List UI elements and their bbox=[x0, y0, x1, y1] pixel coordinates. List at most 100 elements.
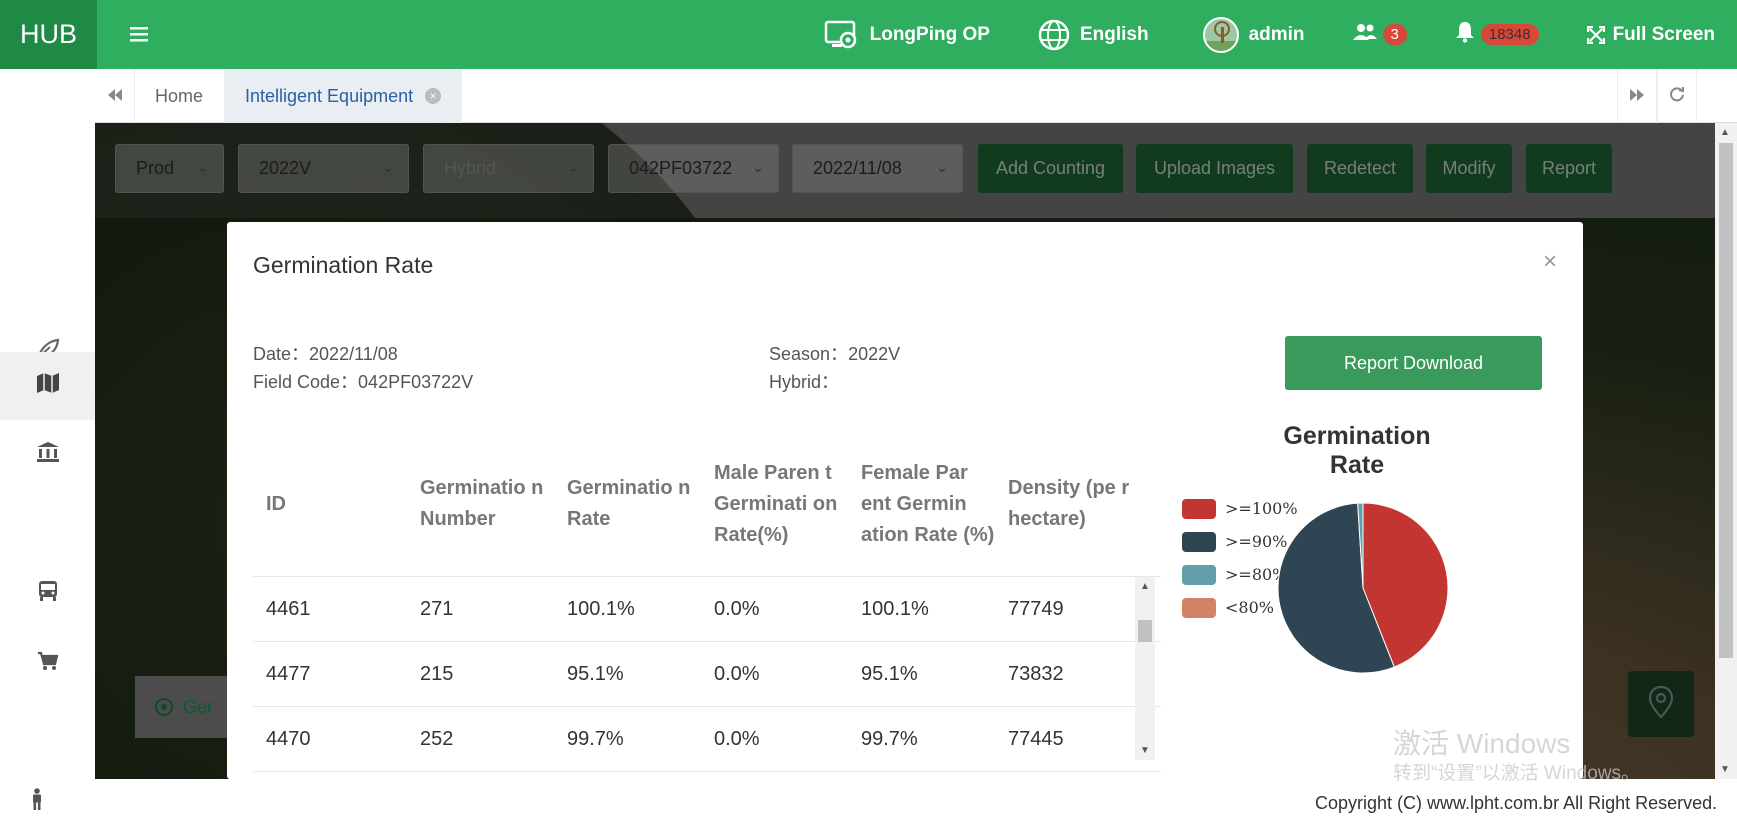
cell-germination-number: 215 bbox=[420, 662, 454, 685]
chart-title: Germination Rate bbox=[1283, 422, 1431, 479]
scroll-down-arrow[interactable]: ▼ bbox=[1140, 745, 1150, 756]
cell-female-parent-rate: 95.1% bbox=[861, 662, 918, 685]
org-switcher[interactable]: LongPing OP bbox=[824, 20, 990, 50]
user-menu[interactable]: admin bbox=[1202, 16, 1305, 53]
scroll-up-arrow[interactable]: ▲ bbox=[1720, 127, 1730, 138]
hamburger-icon[interactable] bbox=[130, 22, 148, 48]
table-row[interactable]: 4470 252 99.7% 0.0% 99.7% 77445 bbox=[253, 707, 1161, 772]
person-icon[interactable] bbox=[30, 788, 44, 816]
sidebar-item-bus[interactable] bbox=[0, 560, 95, 628]
groups-badge: 3 bbox=[1382, 24, 1407, 45]
germination-rate-modal: Germination Rate × Date：2022/11/08 Field… bbox=[227, 222, 1583, 779]
hybrid-label: Hybrid： bbox=[769, 372, 840, 392]
legend-label: <80% bbox=[1225, 598, 1274, 617]
close-icon[interactable]: × bbox=[1543, 248, 1557, 276]
field-code-label: Field Code： bbox=[253, 372, 359, 392]
tab-home[interactable]: Home bbox=[135, 69, 225, 123]
globe-icon bbox=[1038, 19, 1070, 51]
col-header-density[interactable]: Density (pe r hectare) bbox=[995, 473, 1135, 535]
cell-density: 77749 bbox=[1008, 597, 1064, 620]
scroll-up-arrow[interactable]: ▲ bbox=[1140, 581, 1150, 592]
language-switcher[interactable]: English bbox=[1038, 19, 1149, 51]
col-header-germination-number[interactable]: Germinatio n Number bbox=[407, 473, 554, 535]
cell-germination-rate: 95.1% bbox=[567, 662, 624, 685]
tabs-scroll-left-button[interactable] bbox=[95, 69, 135, 123]
notifications-badge: 18348 bbox=[1480, 24, 1539, 45]
field-code-value: 042PF03722V bbox=[358, 372, 474, 392]
top-bar: HUB LongPing OP English admin 3 18348 Fu… bbox=[0, 0, 1737, 69]
cart-icon bbox=[37, 651, 59, 677]
field-code-info: Field Code：042PF03722V bbox=[253, 368, 473, 394]
cell-germination-rate: 100.1% bbox=[567, 597, 635, 620]
cell-germination-number: 252 bbox=[420, 727, 454, 750]
brand-logo[interactable]: HUB bbox=[0, 0, 97, 69]
legend-swatch bbox=[1182, 531, 1216, 552]
scrollbar-thumb[interactable] bbox=[1719, 143, 1733, 658]
date-info: Date：2022/11/08 bbox=[253, 340, 398, 366]
map-icon bbox=[36, 372, 60, 400]
cell-density: 77445 bbox=[1008, 727, 1064, 750]
date-label: Date： bbox=[253, 344, 310, 364]
season-value: 2022V bbox=[848, 344, 901, 364]
tab-strip: Home Intelligent Equipment × bbox=[95, 69, 1737, 123]
modal-title: Germination Rate bbox=[253, 252, 434, 278]
legend-swatch bbox=[1182, 597, 1216, 618]
sidebar bbox=[0, 69, 95, 827]
cell-density: 73832 bbox=[1008, 662, 1064, 685]
tab-intelligent-equipment[interactable]: Intelligent Equipment × bbox=[225, 69, 463, 123]
fullscreen-icon bbox=[1586, 25, 1605, 44]
cell-male-parent-rate: 0.0% bbox=[714, 597, 760, 620]
cell-germination-number: 271 bbox=[420, 597, 454, 620]
double-chevron-right-icon bbox=[1629, 86, 1645, 107]
cell-female-parent-rate: 99.7% bbox=[861, 727, 918, 750]
table-row[interactable]: 4477 215 95.1% 0.0% 95.1% 73832 bbox=[253, 642, 1161, 707]
cell-id: 4477 bbox=[266, 662, 311, 685]
tab-label: Intelligent Equipment bbox=[245, 85, 414, 106]
germination-table: ID Germinatio n Number Germinatio n Rate… bbox=[253, 432, 1161, 772]
language-label: English bbox=[1079, 23, 1149, 45]
windows-activation-hint: 转到“设置”以激活 Windows。 bbox=[1393, 763, 1641, 784]
table-row[interactable]: 4461 271 100.1% 0.0% 100.1% 77749 bbox=[253, 577, 1161, 642]
legend-swatch bbox=[1182, 564, 1216, 585]
footer-copyright: Copyright (C) www.lpht.com.br All Right … bbox=[1315, 793, 1718, 813]
fullscreen-button[interactable]: Full Screen bbox=[1586, 23, 1715, 46]
cell-male-parent-rate: 0.0% bbox=[714, 662, 760, 685]
bus-icon bbox=[37, 580, 59, 608]
tab-label: Home bbox=[155, 85, 204, 106]
col-header-male-parent-rate[interactable]: Male Paren t Germinati on Rate(%) bbox=[701, 458, 848, 551]
bank-icon bbox=[36, 441, 60, 469]
sidebar-item-cart[interactable] bbox=[0, 630, 95, 698]
avatar bbox=[1202, 16, 1239, 53]
col-header-germination-rate[interactable]: Germinatio n Rate bbox=[554, 473, 701, 535]
refresh-icon bbox=[1669, 86, 1685, 107]
season-label: Season： bbox=[769, 344, 849, 364]
col-header-female-parent-rate[interactable]: Female Par ent Germin ation Rate (%) bbox=[848, 458, 995, 551]
col-header-id[interactable]: ID bbox=[253, 489, 407, 520]
sidebar-item-bank[interactable] bbox=[0, 421, 95, 489]
report-download-button[interactable]: Report Download bbox=[1285, 336, 1542, 390]
tabs-scroll-right-button[interactable] bbox=[1617, 69, 1657, 123]
scroll-down-arrow[interactable]: ▼ bbox=[1720, 764, 1730, 775]
org-settings-icon bbox=[824, 20, 860, 50]
page-scrollbar[interactable]: ▲ ▼ bbox=[1715, 123, 1737, 779]
germination-pie-chart[interactable] bbox=[1277, 502, 1449, 674]
double-chevron-left-icon bbox=[107, 86, 123, 107]
cell-male-parent-rate: 0.0% bbox=[714, 727, 760, 750]
groups-button[interactable]: 3 bbox=[1352, 22, 1407, 48]
season-info: Season：2022V bbox=[769, 340, 900, 366]
sidebar-item-map[interactable] bbox=[0, 352, 95, 420]
cell-germination-rate: 99.7% bbox=[567, 727, 624, 750]
fullscreen-label: Full Screen bbox=[1612, 23, 1715, 45]
cell-id: 4470 bbox=[266, 727, 311, 750]
notifications-button[interactable]: 18348 bbox=[1455, 21, 1539, 49]
scrollbar-thumb[interactable] bbox=[1138, 620, 1152, 642]
windows-activation-watermark: 激活 Windows bbox=[1393, 728, 1571, 759]
legend-swatch bbox=[1182, 498, 1216, 519]
refresh-button[interactable] bbox=[1657, 69, 1697, 123]
bell-icon bbox=[1455, 21, 1475, 49]
table-header: ID Germinatio n Number Germinatio n Rate… bbox=[253, 432, 1161, 577]
hybrid-info: Hybrid： bbox=[769, 368, 839, 394]
close-icon[interactable]: × bbox=[425, 88, 442, 104]
table-scrollbar[interactable]: ▲ ▼ bbox=[1135, 577, 1155, 760]
cell-female-parent-rate: 100.1% bbox=[861, 597, 929, 620]
